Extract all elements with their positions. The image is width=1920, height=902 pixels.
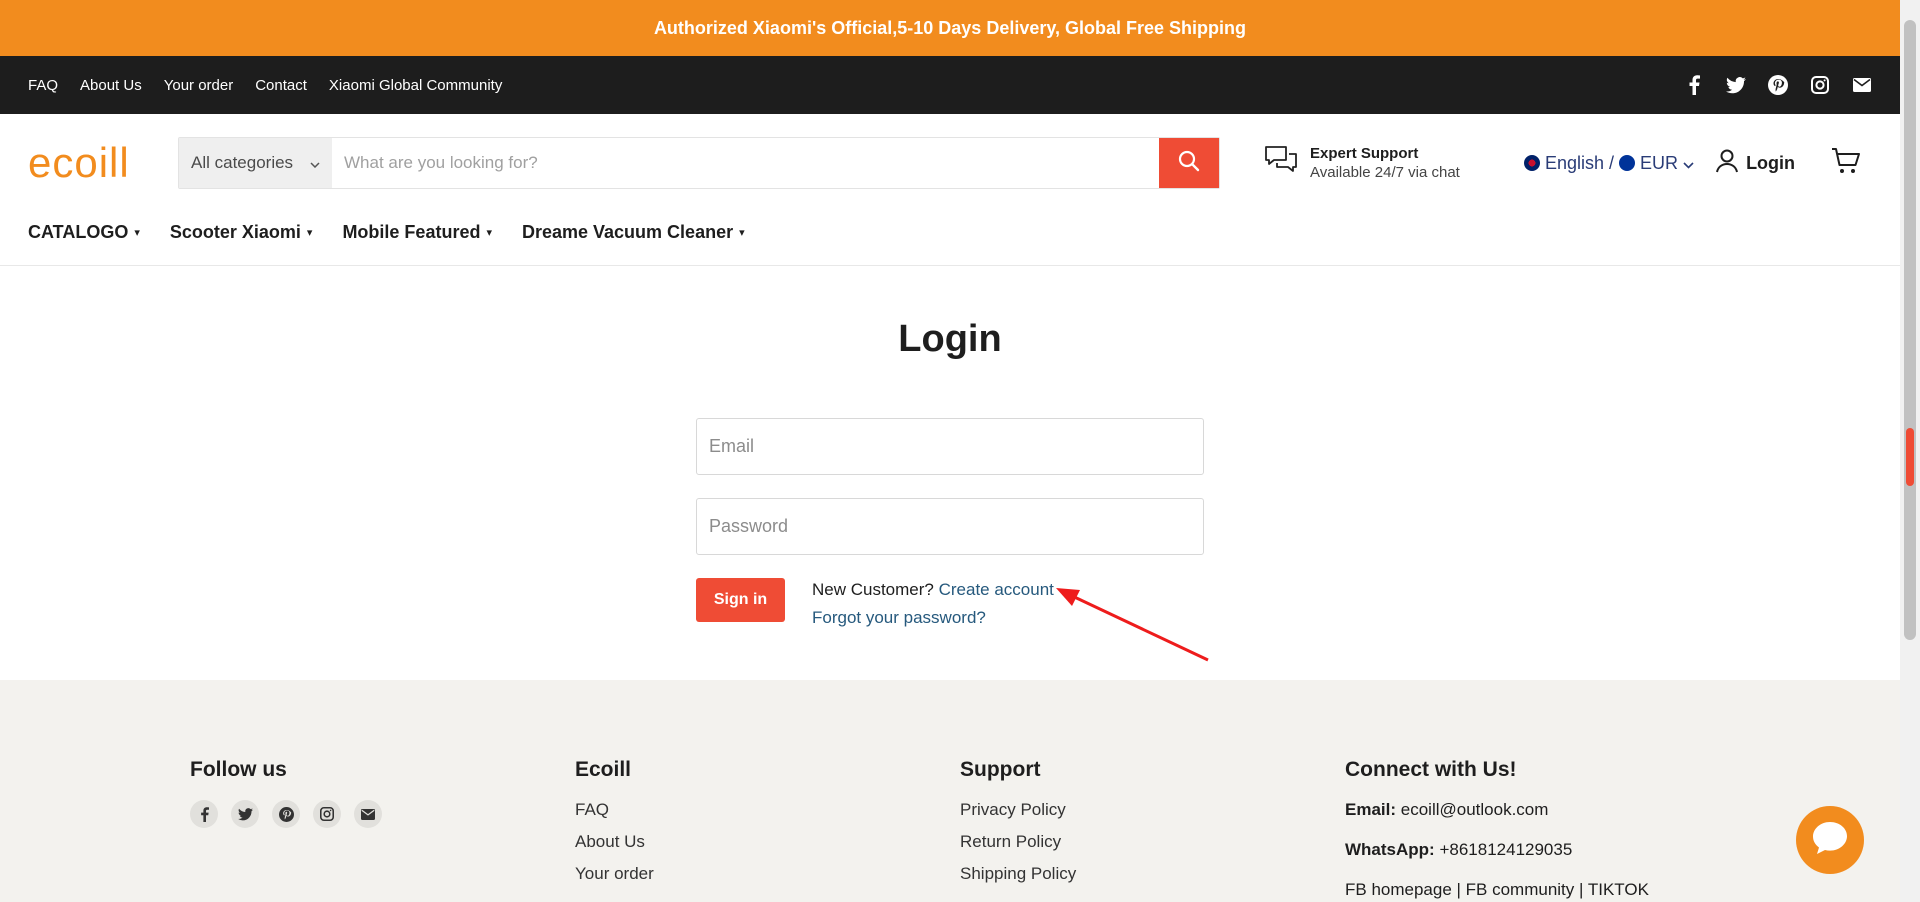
eu-flag-icon	[1619, 155, 1636, 171]
facebook-icon[interactable]	[1684, 75, 1704, 95]
site-footer: Follow us Ecoill FAQ About Us Your order	[0, 680, 1900, 902]
nav-item-label: Dreame Vacuum Cleaner	[521, 222, 734, 242]
instagram-icon[interactable]	[313, 800, 341, 828]
nav-item-label: CATALOGO	[28, 222, 129, 242]
twitter-icon[interactable]	[231, 800, 259, 828]
footer-connect-title: Connect with Us!	[1345, 758, 1517, 781]
footer-follow: Follow us	[190, 758, 382, 828]
chat-bubble-icon	[1811, 820, 1849, 861]
expert-support[interactable]: Expert Support Available 24/7 via chat	[1264, 145, 1504, 182]
utility-link-about[interactable]: About Us	[80, 77, 142, 94]
footer-ecoill-title: Ecoill	[575, 758, 632, 781]
sign-in-button[interactable]: Sign in	[696, 578, 785, 622]
language-label: English /	[1545, 152, 1615, 173]
login-link[interactable]: Login	[1716, 149, 1795, 178]
utility-link-community[interactable]: Xiaomi Global Community	[329, 77, 502, 94]
chevron-down-icon	[310, 153, 320, 173]
utility-link-contact[interactable]: Contact	[255, 77, 307, 94]
utility-link-order[interactable]: Your order	[164, 77, 234, 94]
nav-item-label: Scooter Xiaomi	[169, 222, 301, 242]
chevron-down-icon: ▾	[306, 227, 313, 239]
footer-follow-title: Follow us	[190, 758, 287, 781]
currency-label: EUR	[1640, 152, 1679, 173]
email-field[interactable]	[696, 418, 1204, 475]
user-icon	[1716, 149, 1739, 178]
site-header: ecoill All categories Expert Support Ava…	[0, 114, 1900, 212]
footer-social-line[interactable]: FB homepage | FB community | TIKTOK	[1345, 880, 1649, 900]
locale-selector[interactable]: English / EUR	[1524, 153, 1694, 174]
login-label: Login	[1746, 152, 1796, 173]
footer-whatsapp: WhatsApp: +8618124129035	[1345, 840, 1649, 860]
scroll-position-marker	[1906, 428, 1914, 486]
uk-flag-icon	[1524, 155, 1540, 171]
facebook-icon[interactable]	[190, 800, 218, 828]
search-button[interactable]	[1159, 138, 1219, 188]
chevron-down-icon: ▾	[739, 227, 745, 239]
annotation-arrow-icon	[1056, 588, 1209, 662]
footer-link-faq[interactable]: FAQ	[575, 800, 654, 820]
utility-bar: FAQ About Us Your order Contact Xiaomi G…	[0, 56, 1900, 114]
footer-link-return[interactable]: Return Policy	[960, 832, 1076, 852]
search-icon	[1178, 150, 1200, 177]
footer-link-privacy[interactable]: Privacy Policy	[960, 800, 1076, 820]
search-bar: All categories	[178, 137, 1220, 189]
page-scrollbar[interactable]	[1900, 0, 1920, 902]
nav-item-catalogo[interactable]: CATALOGO ▾	[28, 222, 140, 243]
mail-icon[interactable]	[354, 800, 382, 828]
create-account-link[interactable]: Create account	[939, 580, 1054, 599]
chevron-down-icon: ▾	[134, 227, 140, 239]
page-title: Login	[898, 318, 1002, 360]
twitter-icon[interactable]	[1726, 75, 1746, 95]
cart-button[interactable]	[1831, 147, 1861, 180]
nav-item-mobile[interactable]: Mobile Featured ▾	[342, 222, 492, 243]
footer-whatsapp-label: WhatsApp:	[1345, 840, 1435, 859]
search-input[interactable]	[332, 138, 1159, 188]
utility-social	[1684, 75, 1872, 95]
footer-social	[190, 800, 382, 828]
footer-email-value[interactable]: ecoill@outlook.com	[1401, 800, 1549, 819]
support-title: Expert Support	[1310, 145, 1419, 162]
footer-support-title: Support	[960, 758, 1041, 781]
mail-icon[interactable]	[1852, 75, 1872, 95]
chat-widget-button[interactable]	[1796, 806, 1864, 874]
category-select[interactable]: All categories	[179, 138, 332, 188]
chevron-down-icon	[1683, 153, 1694, 174]
cart-icon	[1831, 147, 1861, 179]
chat-bubbles-icon	[1264, 145, 1298, 182]
site-logo[interactable]: ecoill	[28, 139, 178, 187]
main-nav: CATALOGO ▾ Scooter Xiaomi ▾ Mobile Featu…	[0, 212, 1900, 266]
pinterest-icon[interactable]	[272, 800, 300, 828]
utility-link-faq[interactable]: FAQ	[28, 77, 58, 94]
instagram-icon[interactable]	[1810, 75, 1830, 95]
footer-support: Support Privacy Policy Return Policy Shi…	[960, 758, 1076, 896]
password-field[interactable]	[696, 498, 1204, 555]
announcement-bar: Authorized Xiaomi's Official,5-10 Days D…	[0, 0, 1900, 56]
nav-item-scooter[interactable]: Scooter Xiaomi ▾	[170, 222, 313, 243]
new-customer-text: New Customer?	[812, 580, 934, 599]
footer-email-label: Email:	[1345, 800, 1397, 819]
pinterest-icon[interactable]	[1768, 75, 1788, 95]
footer-email: Email: ecoill@outlook.com	[1345, 800, 1649, 820]
footer-connect: Connect with Us! Email: ecoill@outlook.c…	[1345, 758, 1649, 902]
login-section: Login Sign in New Customer? Create accou…	[0, 266, 1900, 680]
footer-link-order[interactable]: Your order	[575, 864, 654, 884]
footer-link-about[interactable]: About Us	[575, 832, 654, 852]
footer-ecoill: Ecoill FAQ About Us Your order	[575, 758, 654, 896]
nav-item-dreame[interactable]: Dreame Vacuum Cleaner ▾	[522, 222, 745, 243]
footer-whatsapp-value[interactable]: +8618124129035	[1439, 840, 1572, 859]
footer-link-shipping[interactable]: Shipping Policy	[960, 864, 1076, 884]
announcement-text: Authorized Xiaomi's Official,5-10 Days D…	[653, 17, 1247, 38]
nav-item-label: Mobile Featured	[342, 222, 481, 242]
utility-links: FAQ About Us Your order Contact Xiaomi G…	[28, 77, 502, 94]
support-subtitle: Available 24/7 via chat	[1310, 164, 1460, 181]
category-select-label: All categories	[191, 153, 294, 172]
chevron-down-icon: ▾	[486, 227, 492, 239]
account-links: New Customer? Create account Forgot your…	[812, 576, 1054, 632]
scrollbar-thumb[interactable]	[1904, 20, 1916, 640]
forgot-password-link[interactable]: Forgot your password?	[812, 608, 986, 627]
